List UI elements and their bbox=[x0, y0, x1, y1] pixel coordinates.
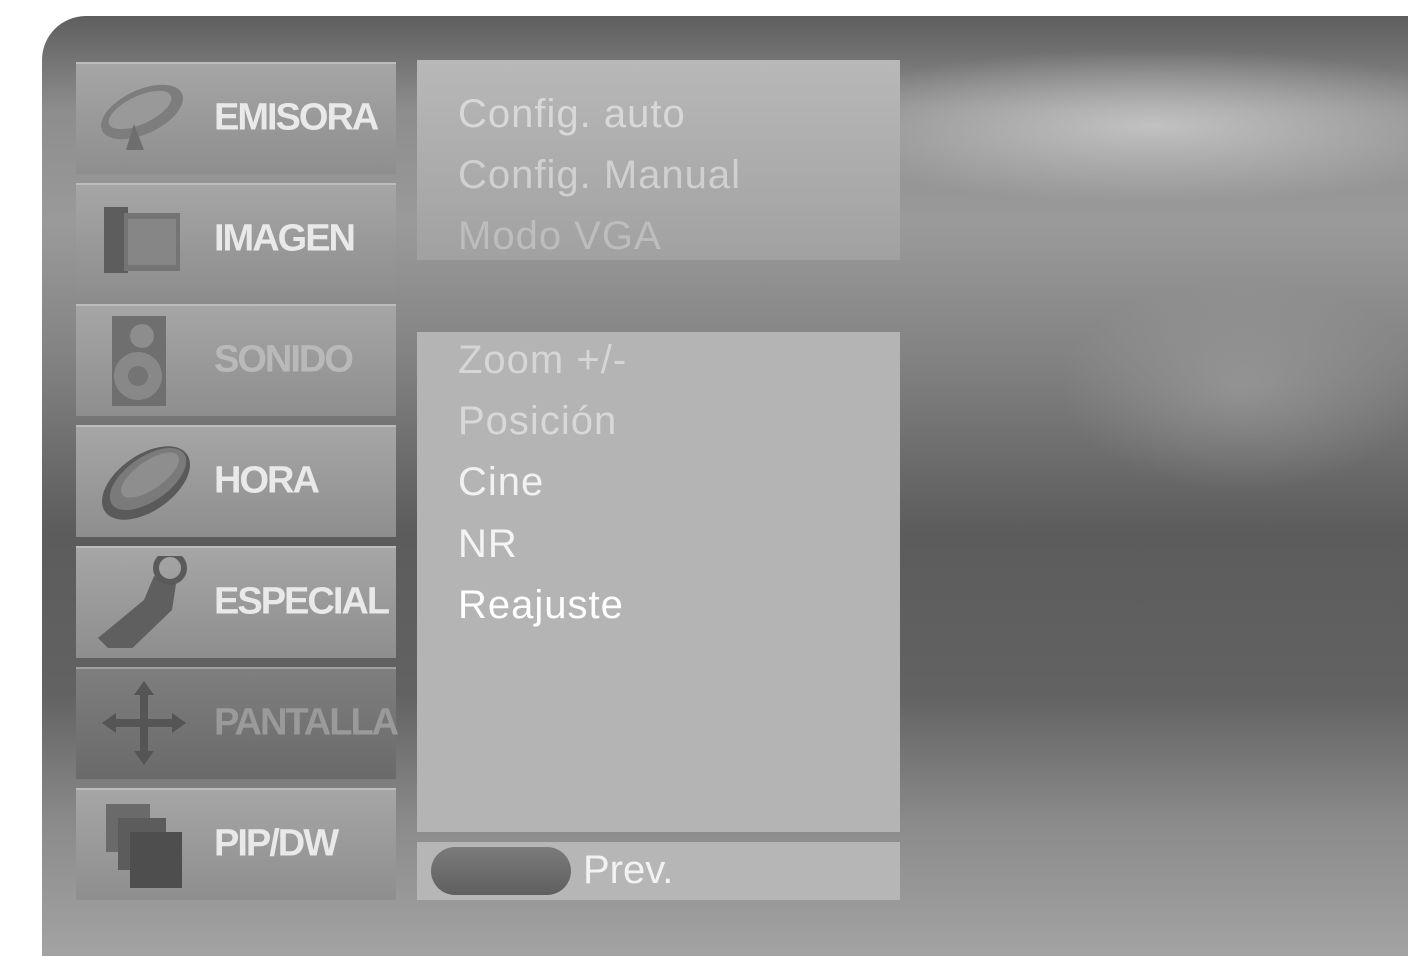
menu-item-modo-vga[interactable]: Modo VGA bbox=[458, 214, 662, 254]
menu-item-cine[interactable]: Cine bbox=[458, 460, 544, 505]
menu-item-config-manual[interactable]: Config. Manual bbox=[458, 153, 741, 198]
sidebar-item-label: ESPECIAL bbox=[214, 580, 390, 623]
sidebar-item-hora[interactable]: HORA bbox=[76, 425, 396, 537]
sidebar-item-pantalla[interactable]: PANTALLA bbox=[76, 667, 399, 779]
menu-item-nr[interactable]: NR bbox=[458, 522, 518, 567]
tag-icon bbox=[98, 556, 187, 648]
prev-button-pill[interactable] bbox=[431, 847, 571, 895]
sidebar-item-especial[interactable]: ESPECIAL bbox=[76, 546, 396, 658]
menu-item-zoom[interactable]: Zoom +/- bbox=[458, 338, 627, 383]
sidebar-item-emisora[interactable]: EMISORA bbox=[76, 62, 396, 174]
sidebar-item-sonido[interactable]: SONIDO bbox=[76, 304, 396, 416]
satellite-dish-icon bbox=[101, 84, 183, 150]
speaker-icon bbox=[112, 316, 166, 406]
sidebar-item-label: SONIDO bbox=[214, 338, 354, 381]
sidebar-item-imagen[interactable]: IMAGEN bbox=[76, 183, 396, 295]
sidebar-item-label: PIP/DW bbox=[214, 822, 339, 865]
pip-windows-icon bbox=[106, 804, 182, 888]
sidebar-item-label: EMISORA bbox=[214, 96, 379, 139]
menu-item-reajuste[interactable]: Reajuste bbox=[458, 583, 624, 628]
prev-label: Prev. bbox=[583, 848, 674, 892]
sidebar-item-label: HORA bbox=[214, 459, 320, 502]
menu-item-posicion[interactable]: Posición bbox=[458, 399, 617, 444]
clock-icon bbox=[102, 446, 190, 520]
sidebar-item-pip-dw[interactable]: PIP/DW bbox=[76, 788, 396, 900]
move-arrows-icon bbox=[102, 681, 186, 765]
menu-item-config-auto[interactable]: Config. auto bbox=[458, 92, 686, 137]
sidebar-item-label: PANTALLA bbox=[214, 701, 399, 744]
sidebar-item-label: IMAGEN bbox=[214, 217, 356, 260]
picture-icon bbox=[104, 207, 180, 273]
